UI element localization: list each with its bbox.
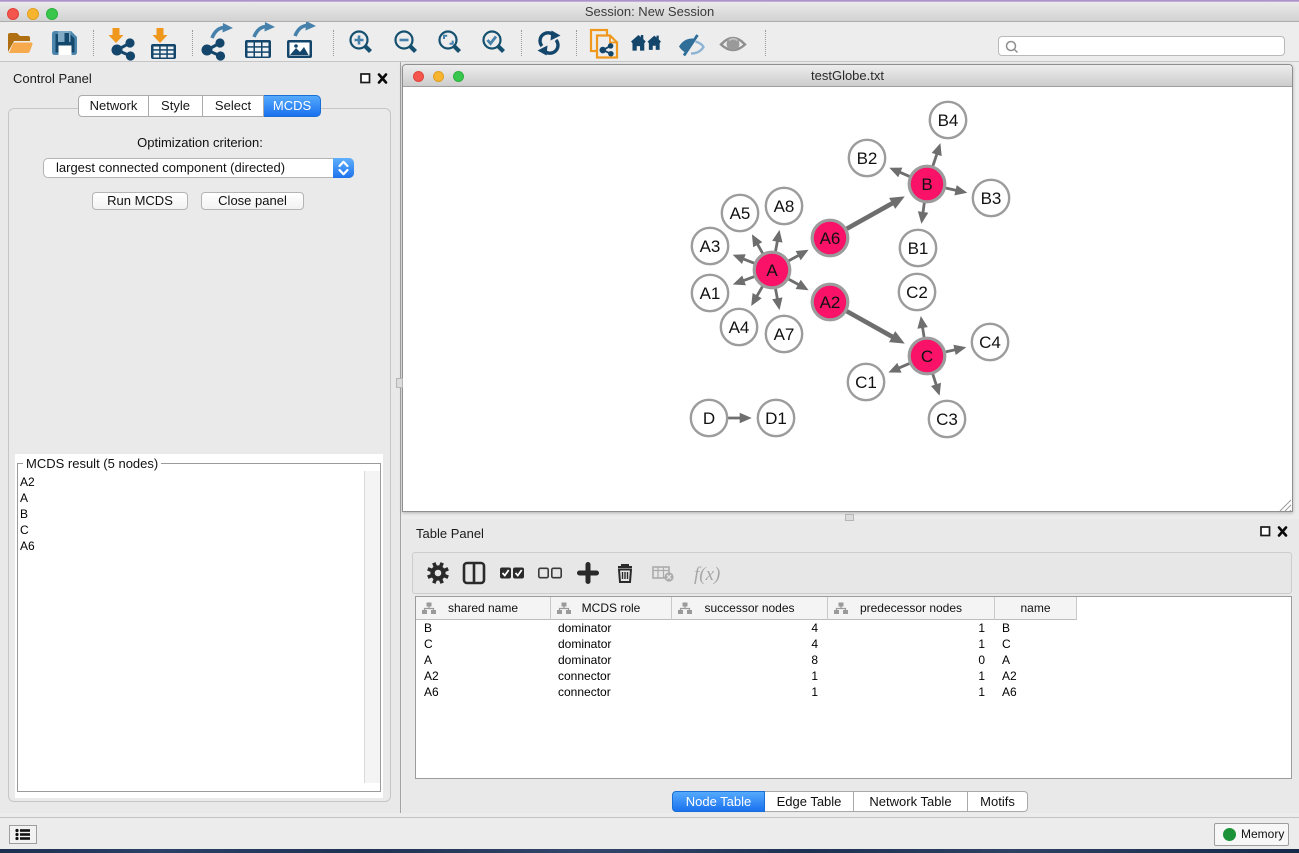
svg-text:A6: A6 — [820, 229, 841, 248]
svg-text:B: B — [921, 175, 932, 194]
svg-text:C: C — [921, 347, 933, 366]
svg-text:A: A — [766, 261, 778, 280]
svg-text:B1: B1 — [908, 239, 929, 258]
svg-text:A4: A4 — [729, 318, 750, 337]
svg-text:C2: C2 — [906, 283, 928, 302]
svg-text:C1: C1 — [855, 373, 877, 392]
svg-text:D1: D1 — [765, 409, 787, 428]
svg-text:A5: A5 — [730, 204, 751, 223]
svg-text:B3: B3 — [981, 189, 1002, 208]
svg-text:A2: A2 — [820, 293, 841, 312]
svg-text:A1: A1 — [700, 284, 721, 303]
svg-text:A8: A8 — [774, 197, 795, 216]
svg-text:C4: C4 — [979, 333, 1001, 352]
svg-text:A3: A3 — [700, 237, 721, 256]
svg-text:A7: A7 — [774, 325, 795, 344]
svg-text:B4: B4 — [938, 111, 959, 130]
svg-text:D: D — [703, 409, 715, 428]
svg-text:C3: C3 — [936, 410, 958, 429]
svg-text:B2: B2 — [857, 149, 878, 168]
svg-text:f(x): f(x) — [694, 564, 720, 585]
